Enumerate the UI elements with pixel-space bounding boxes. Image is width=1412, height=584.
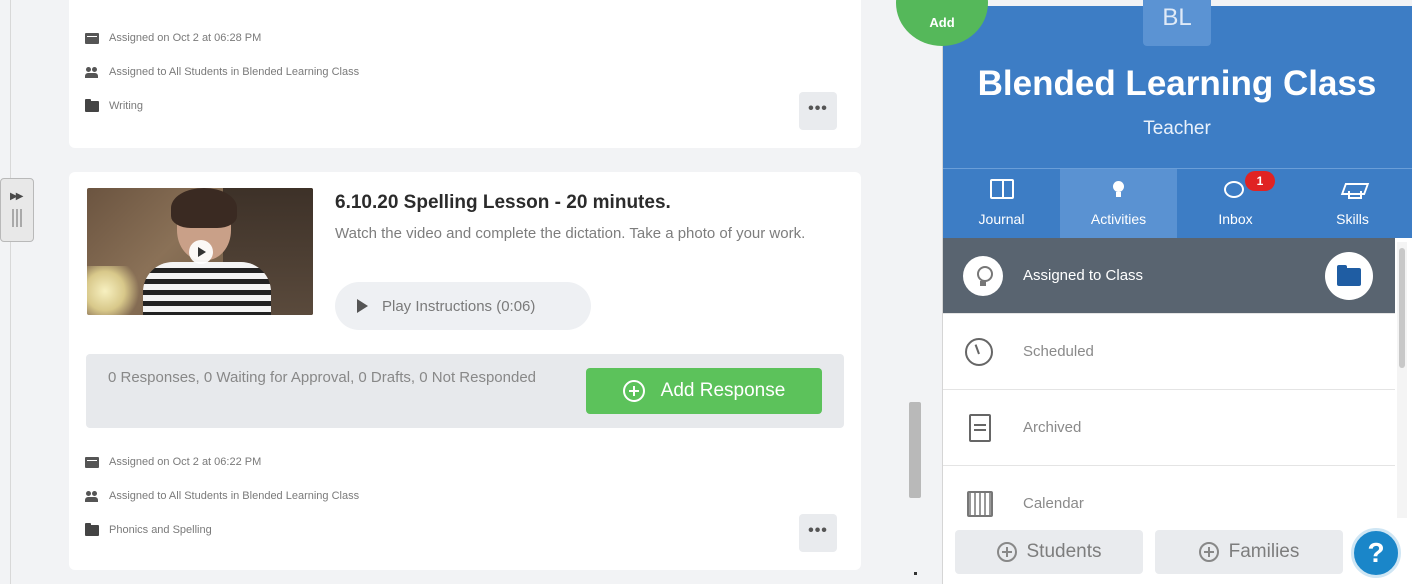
folder-icon bbox=[85, 522, 99, 536]
list-item-label: Calendar bbox=[1023, 495, 1084, 512]
calendar-icon bbox=[967, 490, 993, 517]
tab-label: Activities bbox=[1090, 211, 1147, 227]
list-scrollbar[interactable] bbox=[1397, 242, 1407, 518]
class-name: Blended Learning Class bbox=[977, 64, 1377, 103]
activities-filter-list: Assigned to Class Scheduled Archived Cal… bbox=[943, 238, 1395, 518]
class-role: Teacher bbox=[1143, 118, 1211, 139]
calendar-icon bbox=[85, 456, 99, 468]
people-icon bbox=[85, 490, 99, 502]
folder-icon bbox=[85, 98, 99, 112]
activity-card: Assigned on Oct 2 at 06:28 PM Assigned t… bbox=[69, 0, 861, 148]
play-icon bbox=[357, 299, 368, 313]
tab-activities[interactable]: Activities bbox=[1060, 169, 1177, 239]
lightbulb-icon bbox=[963, 255, 1003, 296]
book-icon bbox=[990, 179, 1014, 199]
more-options-button[interactable]: ••• bbox=[799, 514, 837, 552]
help-icon[interactable] bbox=[1351, 528, 1401, 578]
list-item-label: Assigned to Class bbox=[1023, 267, 1144, 284]
add-students-button[interactable]: Students bbox=[955, 530, 1143, 574]
list-item-label: Scheduled bbox=[1023, 343, 1094, 360]
list-item-assigned-to-class[interactable]: Assigned to Class bbox=[943, 238, 1395, 314]
activity-feed: Assigned on Oct 2 at 06:28 PM Assigned t… bbox=[10, 0, 930, 584]
class-tabs: Journal Activities 1 Inbox Skills bbox=[943, 168, 1412, 239]
play-instructions-label: Play Instructions (0:06) bbox=[382, 297, 536, 315]
plus-circle-icon bbox=[622, 380, 645, 402]
folder-row: Writing bbox=[85, 98, 144, 112]
tab-skills[interactable]: Skills bbox=[1294, 169, 1411, 239]
plus-circle-icon bbox=[996, 542, 1017, 562]
assigned-date-row: Assigned on Oct 2 at 06:28 PM bbox=[85, 32, 261, 44]
calendar-icon bbox=[85, 32, 99, 44]
class-header: BL Blended Learning Class Teacher bbox=[943, 0, 1412, 168]
play-icon[interactable] bbox=[189, 240, 213, 264]
double-chevron-right-icon: ▶▶ bbox=[10, 191, 23, 202]
add-families-button[interactable]: Families bbox=[1155, 530, 1343, 574]
feed-scrollbar[interactable] bbox=[909, 402, 921, 498]
tab-journal[interactable]: Journal bbox=[943, 169, 1060, 239]
graduation-cap-icon bbox=[1341, 179, 1365, 199]
list-item-scheduled[interactable]: Scheduled bbox=[943, 314, 1395, 390]
activity-description: Watch the video and complete the dictati… bbox=[335, 225, 806, 242]
scroll-indicator bbox=[914, 572, 917, 575]
tab-inbox[interactable]: 1 Inbox bbox=[1177, 169, 1294, 239]
play-instructions-button[interactable]: Play Instructions (0:06) bbox=[335, 282, 591, 330]
assigned-date-text: Assigned on Oct 2 at 06:28 PM bbox=[109, 32, 262, 44]
class-avatar: BL bbox=[1143, 0, 1211, 46]
tab-label: Skills bbox=[1336, 211, 1369, 227]
assigned-date-row: Assigned on Oct 2 at 06:22 PM bbox=[85, 456, 261, 468]
add-button-label: Add bbox=[929, 15, 955, 30]
class-panel: BL Blended Learning Class Teacher Journa… bbox=[942, 0, 1412, 584]
more-options-button[interactable]: ••• bbox=[799, 92, 837, 130]
add-response-label: Add Response bbox=[660, 380, 786, 401]
responses-bar: 0 Responses, 0 Waiting for Approval, 0 D… bbox=[86, 354, 844, 428]
responses-summary: 0 Responses, 0 Waiting for Approval, 0 D… bbox=[108, 369, 537, 386]
folder-text: Writing bbox=[109, 100, 144, 112]
add-families-label: Families bbox=[1228, 541, 1300, 562]
assigned-to-text: Assigned to All Students in Blended Lear… bbox=[109, 490, 360, 502]
assigned-to-text: Assigned to All Students in Blended Lear… bbox=[109, 66, 360, 78]
grip-icon bbox=[12, 209, 23, 227]
tab-label: Journal bbox=[978, 211, 1025, 227]
folder-row: Phonics and Spelling bbox=[85, 522, 212, 536]
activity-card: 6.10.20 Spelling Lesson - 20 minutes. Wa… bbox=[69, 172, 861, 570]
inbox-badge: 1 bbox=[1245, 171, 1275, 191]
plus-circle-icon bbox=[1198, 542, 1219, 562]
folder-text: Phonics and Spelling bbox=[109, 524, 212, 536]
list-item-label: Archived bbox=[1023, 419, 1082, 436]
panel-footer: Students Families bbox=[943, 518, 1412, 584]
lightbulb-icon bbox=[1107, 179, 1131, 199]
assigned-to-row: Assigned to All Students in Blended Lear… bbox=[85, 490, 359, 502]
people-icon bbox=[85, 66, 99, 78]
video-thumbnail[interactable] bbox=[87, 188, 313, 315]
clock-icon bbox=[965, 337, 993, 366]
add-response-button[interactable]: Add Response bbox=[586, 368, 822, 414]
document-icon bbox=[969, 413, 991, 442]
assigned-date-text: Assigned on Oct 2 at 06:22 PM bbox=[109, 456, 262, 468]
assigned-to-row: Assigned to All Students in Blended Lear… bbox=[85, 66, 359, 78]
sidebar-toggle[interactable]: ▶▶ bbox=[0, 178, 34, 242]
activity-title: 6.10.20 Spelling Lesson - 20 minutes. bbox=[335, 192, 671, 213]
tab-label: Inbox bbox=[1218, 211, 1253, 227]
folder-icon[interactable] bbox=[1325, 251, 1373, 300]
list-item-archived[interactable]: Archived bbox=[943, 390, 1395, 466]
add-students-label: Students bbox=[1026, 541, 1102, 562]
list-item-calendar[interactable]: Calendar bbox=[943, 466, 1395, 518]
